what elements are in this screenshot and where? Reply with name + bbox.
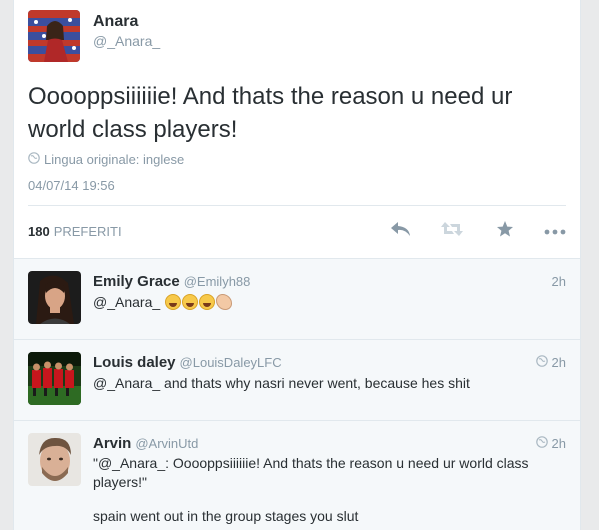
reply-text: spain went out in the group stages you s… [93,508,359,524]
favorites-label: PREFERITI [53,224,122,239]
globe-icon [535,436,548,451]
reply-icon [390,220,412,243]
reply-avatar[interactable] [28,433,81,486]
divider [28,205,566,206]
reply-time[interactable]: 2h [535,355,566,370]
tears-of-joy-icon [182,294,199,310]
reply-author[interactable]: Arvin @ArvinUtd [93,435,198,452]
reply-handle: @ArvinUtd [135,436,199,451]
retweet-icon [440,221,464,242]
more-icon [544,222,566,240]
reply-name: Arvin [93,435,132,452]
reply-handle: @LouisDaleyLFC [179,355,282,370]
reply-time-label: 2h [551,355,566,370]
tweet-timestamp[interactable]: 04/07/14 19:56 [28,178,115,193]
tears-of-joy-icon [165,294,182,310]
favorite-button[interactable] [492,219,518,243]
reply-text-quote: "@_Anara_: Ooooppsiiiiiie! And thats the… [93,455,529,490]
reply-author[interactable]: Louis daley @LouisDaleyLFC [93,354,282,371]
tweet-text: Ooooppsiiiiiie! And thats the reason u n… [28,83,513,143]
reply-text: @_Anara_ and thats why nasri never went,… [93,375,470,391]
twitter-frame: Anara @_Anara_ Ooooppsiiiiiie! And thats… [0,0,599,530]
retweet-button[interactable] [439,219,465,243]
favorites-stat[interactable]: 180 PREFERITI [28,224,122,239]
more-button[interactable] [542,219,568,243]
clapping-hands-icon [216,294,233,310]
reply-item[interactable]: Emily Grace @Emilyh88 2h @_Anara_ [14,259,580,340]
main-tweet: Anara @_Anara_ Ooooppsiiiiiie! And thats… [14,0,580,259]
reply-handle: @Emilyh88 [183,274,251,289]
reply-text-body: @_Anara_ [93,294,161,310]
language-label: Lingua originale: inglese [44,152,185,167]
tweet-detail-card: Anara @_Anara_ Ooooppsiiiiiie! And thats… [13,0,581,530]
tears-of-joy-icon [199,294,216,310]
reply-item[interactable]: Arvin @ArvinUtd 2h "@_Anara_: Ooooppsiiii… [14,421,580,530]
author-handle[interactable]: @_Anara_ [93,33,160,49]
reply-time-label: 2h [551,436,566,451]
reply-name: Emily Grace [93,273,180,290]
reply-button[interactable] [388,219,414,243]
globe-icon [28,152,40,167]
star-icon [496,220,514,243]
reply-time-label: 2h [551,274,566,289]
favorites-count: 180 [28,224,50,239]
reply-name: Louis daley [93,354,176,371]
globe-icon [535,355,548,370]
author-name[interactable]: Anara [93,13,138,31]
reply-item[interactable]: Louis daley @LouisDaleyLFC 2h @_Anara_ an… [14,340,580,421]
language-info[interactable]: Lingua originale: inglese [28,152,184,167]
reply-time[interactable]: 2h [535,436,566,451]
reply-avatar[interactable] [28,352,81,405]
author-avatar[interactable] [28,10,80,62]
reply-author[interactable]: Emily Grace @Emilyh88 [93,273,250,290]
reply-text: @_Anara_ [93,293,553,312]
reply-time[interactable]: 2h [552,274,566,289]
reply-avatar[interactable] [28,271,81,324]
